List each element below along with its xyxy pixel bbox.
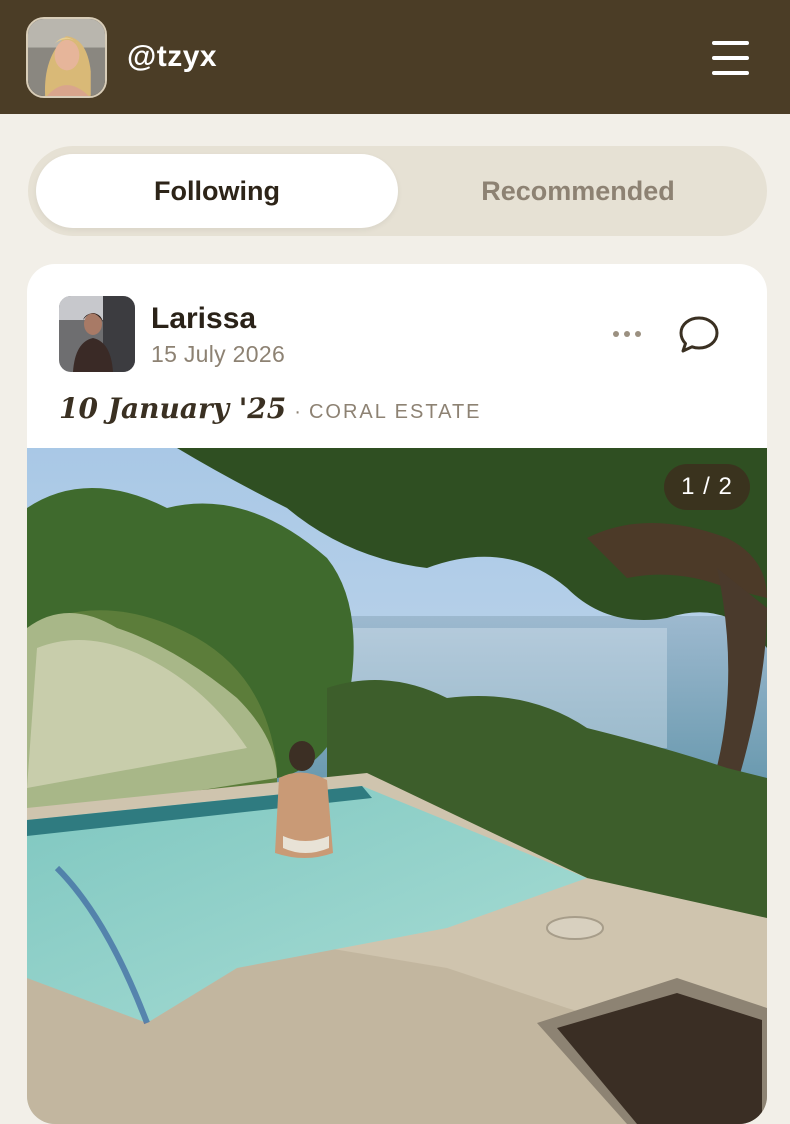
username-label: @tzyx	[127, 40, 218, 73]
pool-ocean-photo	[27, 448, 767, 1124]
dot	[624, 331, 630, 337]
author-photo	[59, 296, 135, 372]
author-name[interactable]: Larissa	[151, 302, 256, 336]
location-label[interactable]: CORAL ESTATE	[309, 401, 482, 424]
profile-photo	[28, 19, 105, 96]
author-avatar[interactable]	[59, 296, 135, 372]
tab-recommended[interactable]: Recommended	[397, 154, 759, 228]
more-dots-icon[interactable]	[607, 320, 647, 348]
top-bar: @tzyx	[0, 0, 790, 114]
post-caption: 10 January '25 · CORAL ESTATE	[59, 392, 482, 428]
menu-line	[712, 41, 749, 45]
post-photo[interactable]	[27, 448, 767, 1124]
profile-avatar[interactable]	[26, 17, 107, 98]
dot	[613, 331, 619, 337]
caption-separator: ·	[294, 401, 301, 423]
photo-counter-badge: 1 / 2	[664, 464, 750, 510]
feed-tab-switcher: Following Recommended	[28, 146, 767, 236]
comment-bubble-icon[interactable]	[677, 314, 721, 356]
post-card: Larissa 15 July 2026 10 January '25 · CO…	[27, 264, 767, 1124]
tab-following[interactable]: Following	[36, 154, 398, 228]
menu-line	[712, 56, 749, 60]
caption-date: 10 January '25	[59, 392, 287, 425]
dot	[635, 331, 641, 337]
menu-line	[712, 71, 749, 75]
hamburger-menu-icon[interactable]	[706, 38, 756, 78]
post-date: 15 July 2026	[151, 341, 286, 367]
